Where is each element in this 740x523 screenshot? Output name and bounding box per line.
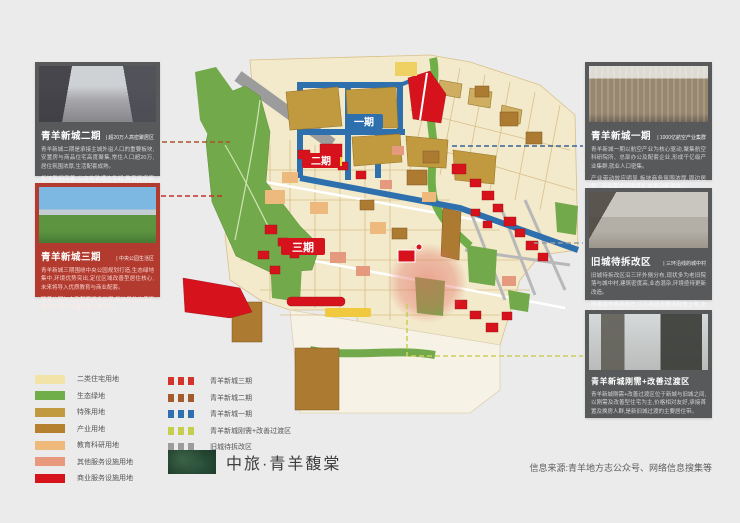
brand-logo-image — [168, 450, 216, 474]
residential-label: 二类住宅用地 — [77, 374, 119, 384]
card-oldtown-body: 旧城待拆改区 | 三环沿线的城中村 旧城待拆改区沿三环外侧分布,现状多为老旧院落… — [589, 248, 708, 317]
residential-swatch — [35, 375, 65, 384]
card-oldtown-title: 旧城待拆改区 — [591, 254, 651, 268]
legend-item-industry: 产业用地 — [35, 424, 133, 434]
legend-item-residential: 二类住宅用地 — [35, 374, 133, 384]
commercial-label: 商业服务设施用地 — [77, 473, 133, 483]
zone-phase1-swatch — [168, 410, 198, 418]
card-phase1: 青羊新城一期 | 1000亿航空产业集群 青羊新城一期以航空产业为核心驱动,聚集… — [585, 62, 712, 180]
card-phase3-photo — [39, 187, 156, 243]
special-label: 特殊用地 — [77, 407, 105, 417]
phase2-badge: 二期 — [302, 153, 340, 168]
zone-transition-label: 青羊新城刚需+改善过渡区 — [210, 426, 291, 436]
card-phase3-subtitle: | 中央公园生活区 — [116, 255, 154, 262]
phase2-badge-label: 二期 — [311, 155, 331, 168]
card-phase3-paragraph: 青羊新城三期围绕中央公园规划打造,生态绿地集中,环境优势突出,定位区域改善型居住… — [41, 267, 154, 292]
card-phase2-title: 青羊新城二期 — [41, 128, 101, 142]
education-label: 教育科研用地 — [77, 440, 119, 450]
phase1-badge: 一期 — [345, 114, 383, 129]
landuse-legend: 二类住宅用地 生态绿地 特殊用地 产业用地 教育科研用地 其他服务设施用地 商业… — [35, 374, 133, 490]
industry-label: 产业用地 — [77, 424, 105, 434]
legend-item-eco-green: 生态绿地 — [35, 391, 133, 401]
project-highlight — [387, 243, 467, 323]
legend-item-zone-transition: 青羊新城刚需+改善过渡区 — [168, 426, 291, 436]
card-transition-photo — [589, 314, 708, 370]
card-phase2-subtitle: | 超20万人高密聚居区 — [106, 134, 154, 141]
card-phase1-paragraph: 青羊新城一期以航空产业为核心驱动,聚集航空科研院所、总部办公及配套企业,形成千亿… — [591, 146, 706, 171]
zone-phase3-swatch — [168, 377, 198, 385]
legend-item-education: 教育科研用地 — [35, 440, 133, 450]
legend-item-zone-phase2: 青羊新城二期 — [168, 393, 291, 403]
card-phase1-title: 青羊新城一期 — [591, 128, 651, 142]
card-phase1-photo — [589, 66, 708, 122]
legend-item-other-service: 其他服务设施用地 — [35, 457, 133, 467]
card-phase3: 青羊新城三期 | 中央公园生活区 青羊新城三期围绕中央公园规划打造,生态绿地集中… — [35, 183, 160, 297]
legend-item-zone-phase1: 青羊新城一期 — [168, 409, 291, 419]
zone-phase1-label: 青羊新城一期 — [210, 409, 252, 419]
poster-canvas: { "poster": { "logo_text": "中旅·青羊馥棠", "s… — [0, 0, 740, 523]
card-phase2-photo — [39, 66, 156, 122]
source-note: 信息来源:青羊地方志公众号、网络信息搜集等 — [529, 461, 712, 474]
card-transition-body: 青羊新城刚需+改善过渡区 青羊新城刚需+改善过渡区位于新城与旧城之间,以刚需及改… — [589, 370, 708, 416]
phase3-badge: 三期 — [281, 238, 325, 255]
phase3-badge-label: 三期 — [292, 240, 314, 254]
eco-green-swatch — [35, 391, 65, 400]
zone-phase2-label: 青羊新城二期 — [210, 393, 252, 403]
planning-map: 一期 二期 三期 — [170, 50, 590, 430]
card-phase3-paragraph: 随着公园与市政配套逐步兑现,板块居住价值不断提升,吸引大量改善人群关注。 — [41, 296, 154, 313]
card-transition-title: 青羊新城刚需+改善过渡区 — [591, 376, 690, 387]
brand-logo-text: 中旅·青羊馥棠 — [226, 450, 341, 474]
card-phase1-body: 青羊新城一期 | 1000亿航空产业集群 青羊新城一期以航空产业为核心驱动,聚集… — [589, 122, 708, 191]
education-swatch — [35, 441, 65, 450]
card-phase3-body: 青羊新城三期 | 中央公园生活区 青羊新城三期围绕中央公园规划打造,生态绿地集中… — [39, 243, 156, 312]
phase1-badge-label: 一期 — [354, 116, 374, 129]
card-phase3-title: 青羊新城三期 — [41, 249, 101, 263]
card-phase2-body: 青羊新城二期 | 超20万人高密聚居区 青羊新城二期是承接主城外溢人口的重要板块… — [39, 122, 156, 191]
card-transition: 青羊新城刚需+改善过渡区 青羊新城刚需+改善过渡区位于新城与旧城之间,以刚需及改… — [585, 310, 712, 418]
legend-item-zone-phase3: 青羊新城三期 — [168, 376, 291, 386]
card-phase2-paragraph: 青羊新城二期是承接主城外溢人口的重要板块,安置房与商品住宅高度聚集,常住人口超2… — [41, 146, 154, 171]
card-transition-paragraph: 青羊新城刚需+改善过渡区位于新城与旧城之间,以刚需及改善型住宅为主,价格相对友好… — [591, 391, 706, 416]
legend-item-special: 特殊用地 — [35, 407, 133, 417]
zone-phase3-label: 青羊新城三期 — [210, 376, 252, 386]
card-oldtown-subtitle: | 三环沿线的城中村 — [663, 260, 706, 267]
zone-transition-swatch — [168, 427, 198, 435]
card-phase1-subtitle: | 1000亿航空产业集群 — [657, 134, 706, 141]
zone-phase2-swatch — [168, 394, 198, 402]
special-swatch — [35, 408, 65, 417]
industry-swatch — [35, 424, 65, 433]
brand-logo: 中旅·青羊馥棠 — [168, 450, 341, 474]
other-service-label: 其他服务设施用地 — [77, 457, 133, 467]
card-oldtown: 旧城待拆改区 | 三环沿线的城中村 旧城待拆改区沿三环外侧分布,现状多为老旧院落… — [585, 188, 712, 300]
other-service-swatch — [35, 457, 65, 466]
card-oldtown-paragraph: 旧城待拆改区沿三环外侧分布,现状多为老旧院落与城中村,建筑密度高,业态混杂,环境… — [591, 272, 706, 297]
zone-legend: 青羊新城三期 青羊新城二期 青羊新城一期 青羊新城刚需+改善过渡区 旧城待拆改区 — [168, 376, 291, 459]
commercial-swatch — [35, 474, 65, 483]
legend-item-commercial: 商业服务设施用地 — [35, 473, 133, 483]
card-phase2: 青羊新城二期 | 超20万人高密聚居区 青羊新城二期是承接主城外溢人口的重要板块… — [35, 62, 160, 176]
card-oldtown-photo — [589, 192, 708, 248]
eco-green-label: 生态绿地 — [77, 391, 105, 401]
